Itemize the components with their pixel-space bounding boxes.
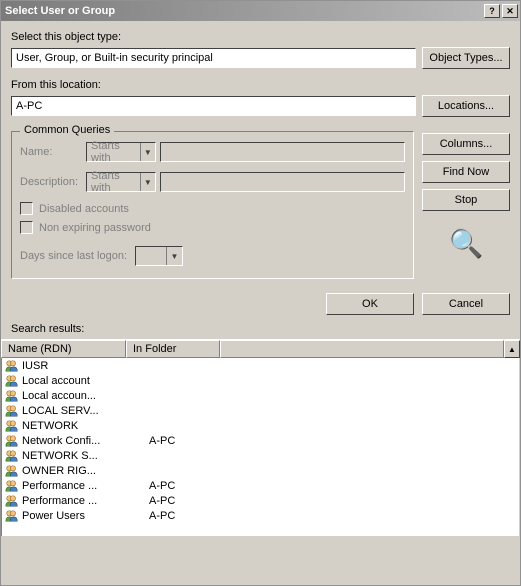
scroll-up-button[interactable]: ▲ [504, 340, 520, 358]
chevron-down-icon: ▼ [140, 173, 155, 191]
result-name: Performance ... [22, 480, 145, 492]
name-label: Name: [20, 146, 82, 158]
results-list[interactable]: IUSR Local account Local accoun... LOCAL SE… [1, 358, 520, 536]
result-name: Power Users [22, 510, 145, 522]
result-name: LOCAL SERV... [22, 405, 145, 417]
result-folder: A-PC [145, 435, 239, 447]
non-expiring-checkbox[interactable] [20, 221, 33, 234]
chevron-down-icon: ▼ [140, 143, 155, 161]
users-icon [4, 374, 20, 388]
close-button[interactable]: ✕ [502, 4, 518, 18]
non-expiring-label: Non expiring password [39, 222, 151, 234]
result-row[interactable]: Local accoun... [2, 388, 519, 403]
help-button[interactable]: ? [484, 4, 500, 18]
description-label: Description: [20, 176, 82, 188]
column-header-spacer [220, 340, 504, 358]
result-folder: A-PC [145, 495, 239, 507]
result-name: Performance ... [22, 495, 145, 507]
users-icon [4, 509, 20, 523]
users-icon [4, 494, 20, 508]
result-name: OWNER RIG... [22, 465, 145, 477]
columns-button[interactable]: Columns... [422, 133, 510, 155]
result-row[interactable]: NETWORK [2, 418, 519, 433]
description-match-combo[interactable]: Starts with ▼ [86, 172, 156, 192]
object-type-label: Select this object type: [11, 31, 510, 43]
result-name: Network Confi... [22, 435, 145, 447]
users-icon [4, 419, 20, 433]
window-title: Select User or Group [5, 5, 482, 17]
result-row[interactable]: NETWORK S... [2, 448, 519, 463]
ok-button[interactable]: OK [326, 293, 414, 315]
users-icon [4, 464, 20, 478]
object-types-button[interactable]: Object Types... [422, 47, 510, 69]
name-input[interactable] [160, 142, 405, 162]
titlebar: Select User or Group ? ✕ [1, 1, 520, 21]
result-row[interactable]: Network Confi...A-PC [2, 433, 519, 448]
object-type-input[interactable] [11, 48, 416, 68]
users-icon [4, 389, 20, 403]
common-queries-legend: Common Queries [20, 124, 114, 136]
search-results-label: Search results: [11, 323, 510, 335]
results-header: Name (RDN) In Folder ▲ [1, 339, 520, 358]
column-header-name[interactable]: Name (RDN) [1, 340, 126, 358]
chevron-down-icon: ▼ [166, 247, 182, 265]
users-icon [4, 404, 20, 418]
result-row[interactable]: Performance ...A-PC [2, 493, 519, 508]
titlebar-buttons: ? ✕ [482, 4, 518, 18]
result-row[interactable]: Power UsersA-PC [2, 508, 519, 523]
disabled-accounts-label: Disabled accounts [39, 203, 129, 215]
result-folder: A-PC [145, 480, 239, 492]
result-folder: A-PC [145, 510, 239, 522]
locations-button[interactable]: Locations... [422, 95, 510, 117]
days-since-label: Days since last logon: [20, 250, 127, 262]
result-row[interactable]: Performance ...A-PC [2, 478, 519, 493]
stop-button[interactable]: Stop [422, 189, 510, 211]
result-name: IUSR [22, 360, 145, 372]
users-icon [4, 434, 20, 448]
dialog-content: Select this object type: Object Types...… [1, 21, 520, 335]
users-icon [4, 449, 20, 463]
search-icon: 🔍 [422, 227, 510, 260]
cancel-button[interactable]: Cancel [422, 293, 510, 315]
location-input[interactable] [11, 96, 416, 116]
result-name: Local account [22, 375, 145, 387]
result-row[interactable]: OWNER RIG... [2, 463, 519, 478]
common-queries-group: Common Queries Name: Starts with ▼ Descr… [11, 131, 414, 279]
result-name: NETWORK [22, 420, 145, 432]
column-header-folder[interactable]: In Folder [126, 340, 220, 358]
result-row[interactable]: Local account [2, 373, 519, 388]
find-now-button[interactable]: Find Now [422, 161, 510, 183]
result-name: NETWORK S... [22, 450, 145, 462]
description-input[interactable] [160, 172, 405, 192]
name-match-combo[interactable]: Starts with ▼ [86, 142, 156, 162]
result-row[interactable]: LOCAL SERV... [2, 403, 519, 418]
result-row[interactable]: IUSR [2, 358, 519, 373]
days-since-combo[interactable]: ▼ [135, 246, 183, 266]
disabled-accounts-checkbox[interactable] [20, 202, 33, 215]
result-name: Local accoun... [22, 390, 145, 402]
from-location-label: From this location: [11, 79, 510, 91]
users-icon [4, 479, 20, 493]
users-icon [4, 359, 20, 373]
